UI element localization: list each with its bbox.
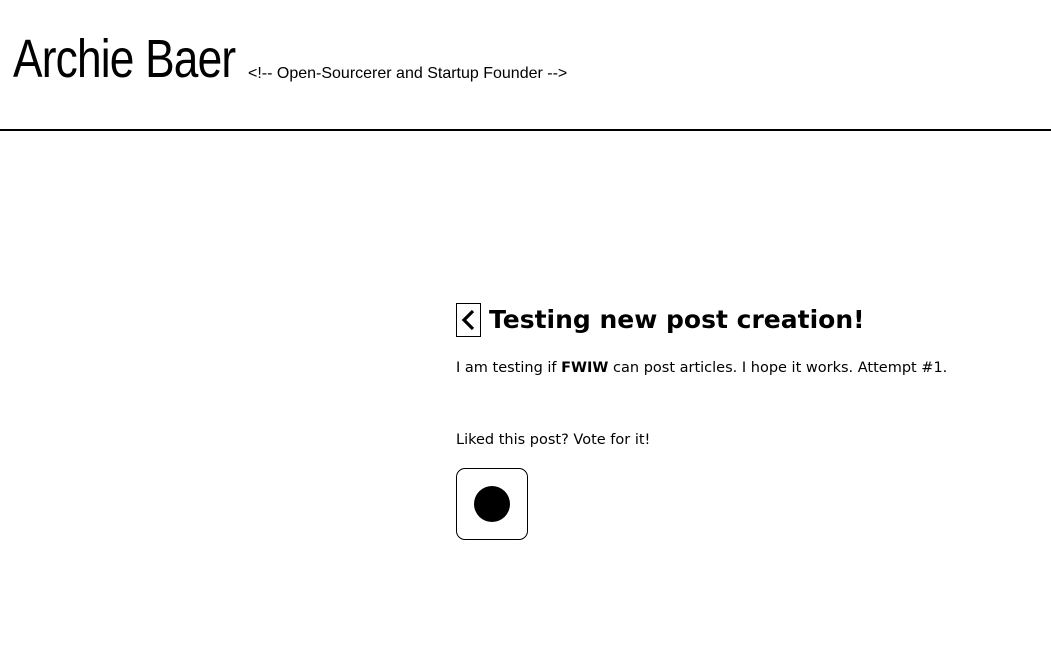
post-body: I am testing if FWIW can post articles. … [456, 358, 1016, 378]
post-body-strong: FWIW [561, 360, 609, 376]
post-heading-row: Testing new post creation! [456, 302, 1016, 338]
post-article: Testing new post creation! I am testing … [456, 302, 1016, 540]
back-button[interactable] [456, 303, 481, 337]
chevron-left-icon [461, 309, 475, 331]
filled-circle-icon [474, 486, 510, 522]
post-title: Testing new post creation! [489, 305, 865, 334]
vote-button[interactable] [456, 468, 528, 540]
post-body-text-start: I am testing if [456, 360, 562, 376]
site-tagline: <!-- Open-Sourcerer and Startup Founder … [248, 65, 568, 82]
site-header: Archie Baer <!-- Open-Sourcerer and Star… [0, 0, 1051, 131]
post-body-text-end: can post articles. I hope it works. Atte… [608, 360, 948, 376]
site-title[interactable]: Archie Baer [13, 26, 236, 92]
vote-prompt: Liked this post? Vote for it! [456, 432, 651, 448]
